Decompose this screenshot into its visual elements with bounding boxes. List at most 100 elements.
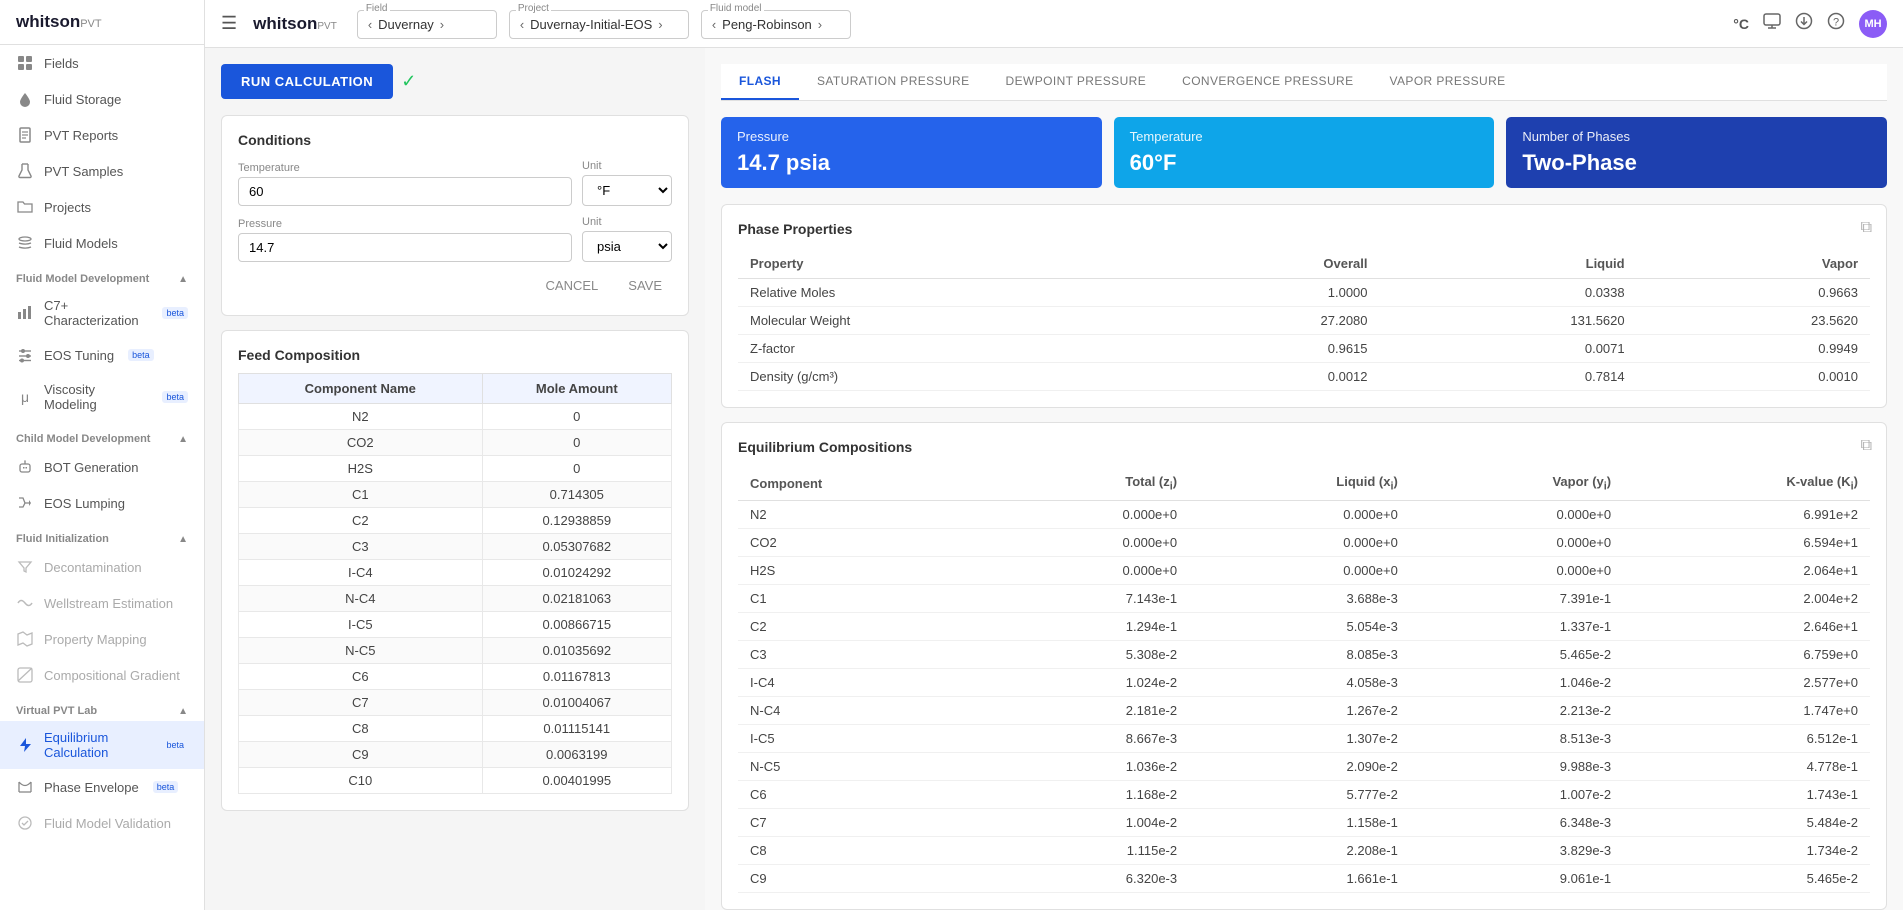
total-cell: 6.320e-3 [986, 864, 1189, 892]
fluid-model-dev-header[interactable]: Fluid Model Development ▲ [0, 265, 204, 289]
mole-cell: 0.05307682 [482, 534, 671, 560]
copy-icon[interactable]: ⧉ [1861, 219, 1872, 237]
sidebar-item-decontamination[interactable]: Decontamination [0, 549, 204, 585]
stream-icon [16, 594, 34, 612]
total-cell: 1.024e-2 [986, 668, 1189, 696]
monitor-icon[interactable] [1763, 12, 1781, 35]
pressure-unit-group: Unit psia MPa bar [582, 216, 672, 262]
table-row: Density (g/cm³)0.00120.78140.0010 [738, 363, 1870, 391]
component-cell: C3 [239, 534, 483, 560]
sidebar-item-property-mapping[interactable]: Property Mapping [0, 621, 204, 657]
sidebar-item-label: Fluid Storage [44, 92, 121, 107]
sidebar-item-c7-char[interactable]: C7+ Characterization beta [0, 289, 204, 337]
fluid-init-header[interactable]: Fluid Initialization ▲ [0, 525, 204, 549]
overall-cell: 1.0000 [1146, 279, 1379, 307]
temperature-row: Temperature Unit °F °C [238, 160, 672, 206]
vapor-cell: 0.9663 [1637, 279, 1870, 307]
component-cell: C2 [239, 508, 483, 534]
main-area: ☰ whitsonPVT Field ‹ Duvernay › Project … [205, 0, 1903, 910]
col-header-component: Component Name [239, 374, 483, 404]
fluid-model-next-btn[interactable]: › [818, 17, 822, 32]
merge-icon [16, 494, 34, 512]
table-row: C35.308e-28.085e-35.465e-26.759e+0 [738, 640, 1870, 668]
sidebar-item-fluid-models[interactable]: Fluid Models [0, 225, 204, 261]
help-icon[interactable]: ? [1827, 12, 1845, 35]
topbar: ☰ whitsonPVT Field ‹ Duvernay › Project … [205, 0, 1903, 48]
total-cell: 1.036e-2 [986, 752, 1189, 780]
sidebar-item-fluid-model-val[interactable]: Fluid Model Validation [0, 805, 204, 841]
tab-saturation-pressure[interactable]: SATURATION PRESSURE [799, 64, 988, 100]
temperature-unit-select[interactable]: °F °C [582, 175, 672, 206]
sidebar-item-phase-envelope[interactable]: Phase Envelope beta [0, 769, 204, 805]
sidebar-item-pvt-reports[interactable]: PVT Reports [0, 117, 204, 153]
user-avatar[interactable]: MH [1859, 10, 1887, 38]
table-row: C90.0063199 [239, 742, 672, 768]
beta-badge: beta [162, 307, 188, 319]
sidebar-item-label: Fields [44, 56, 79, 71]
run-calculation-button[interactable]: RUN CALCULATION [221, 64, 393, 99]
metrics-row: Pressure 14.7 psia Temperature 60°F Numb… [721, 117, 1887, 188]
total-cell: 7.143e-1 [986, 584, 1189, 612]
hamburger-icon[interactable]: ☰ [221, 13, 237, 34]
sidebar-item-eos-tuning[interactable]: EOS Tuning beta [0, 337, 204, 373]
temp-unit-btn[interactable]: °C [1733, 16, 1749, 32]
tab-convergence-pressure[interactable]: CONVERGENCE PRESSURE [1164, 64, 1371, 100]
temperature-unit-group: Unit °F °C [582, 160, 672, 206]
sidebar-item-visc-modeling[interactable]: μ Viscosity Modeling beta [0, 373, 204, 421]
sidebar-item-label: PVT Samples [44, 164, 123, 179]
fluid-model-prev-btn[interactable]: ‹ [712, 17, 716, 32]
beaker-icon [16, 162, 34, 180]
field-next-btn[interactable]: › [440, 17, 444, 32]
save-button[interactable]: SAVE [618, 272, 672, 299]
tabs-bar: FLASH SATURATION PRESSURE DEWPOINT PRESS… [721, 64, 1887, 101]
kvalue-cell: 6.991e+2 [1623, 500, 1870, 528]
download-icon[interactable] [1795, 12, 1813, 35]
total-cell: 1.115e-2 [986, 836, 1189, 864]
temperature-input[interactable] [238, 177, 572, 206]
child-model-dev-header[interactable]: Child Model Development ▲ [0, 425, 204, 449]
sidebar-item-pvt-samples[interactable]: PVT Samples [0, 153, 204, 189]
liquid-cell: 5.054e-3 [1189, 612, 1410, 640]
table-row: Molecular Weight27.2080131.562023.5620 [738, 307, 1870, 335]
sidebar-item-equil-calc[interactable]: Equilibrium Calculation beta [0, 721, 204, 769]
sidebar-item-eos-lumping[interactable]: EOS Lumping [0, 485, 204, 521]
metric-temperature: Temperature 60°F [1114, 117, 1495, 188]
pressure-input[interactable] [238, 233, 572, 262]
beta-badge: beta [128, 349, 154, 361]
component-cell: C6 [239, 664, 483, 690]
table-row: C100.00401995 [239, 768, 672, 794]
tab-flash[interactable]: FLASH [721, 64, 799, 100]
overall-cell: 0.0012 [1146, 363, 1379, 391]
sidebar-item-comp-gradient[interactable]: Compositional Gradient [0, 657, 204, 693]
metric-pressure: Pressure 14.7 psia [721, 117, 1102, 188]
table-row: I-C58.667e-31.307e-28.513e-36.512e-1 [738, 724, 1870, 752]
field-selector[interactable]: Field ‹ Duvernay › [357, 10, 497, 39]
pressure-unit-select[interactable]: psia MPa bar [582, 231, 672, 262]
table-row: N20 [239, 404, 672, 430]
cancel-button[interactable]: CANCEL [536, 272, 609, 299]
copy-icon-equil[interactable]: ⧉ [1861, 437, 1872, 455]
chevron-up-icon: ▲ [178, 434, 188, 445]
tab-dewpoint-pressure[interactable]: DEWPOINT PRESSURE [988, 64, 1165, 100]
sidebar-item-projects[interactable]: Projects [0, 189, 204, 225]
sidebar-item-fluid-storage[interactable]: Fluid Storage [0, 81, 204, 117]
mole-cell: 0.01035692 [482, 638, 671, 664]
project-selector[interactable]: Project ‹ Duvernay-Initial-EOS › [509, 10, 689, 39]
mu-icon: μ [16, 388, 34, 406]
sidebar-item-bot-gen[interactable]: BOT Generation [0, 449, 204, 485]
vapor-cell: 8.513e-3 [1410, 724, 1623, 752]
pressure-row: Pressure Unit psia MPa bar [238, 216, 672, 262]
field-prev-btn[interactable]: ‹ [368, 17, 372, 32]
project-prev-btn[interactable]: ‹ [520, 17, 524, 32]
sidebar-item-label: C7+ Characterization [44, 298, 148, 328]
tab-vapor-pressure[interactable]: VAPOR PRESSURE [1372, 64, 1524, 100]
sidebar-item-label: Decontamination [44, 560, 142, 575]
equil-col-vapor: Vapor (yi) [1410, 467, 1623, 500]
kvalue-cell: 6.759e+0 [1623, 640, 1870, 668]
right-panel: FLASH SATURATION PRESSURE DEWPOINT PRESS… [705, 48, 1903, 910]
sidebar-item-wellstream-est[interactable]: Wellstream Estimation [0, 585, 204, 621]
sidebar-item-fields[interactable]: Fields [0, 45, 204, 81]
virtual-pvt-lab-header[interactable]: Virtual PVT Lab ▲ [0, 697, 204, 721]
project-next-btn[interactable]: › [658, 17, 662, 32]
fluid-model-selector[interactable]: Fluid model ‹ Peng-Robinson › [701, 10, 851, 39]
